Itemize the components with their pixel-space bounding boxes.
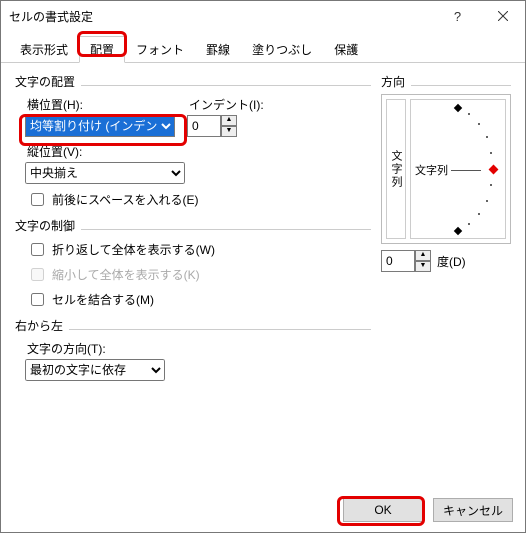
shrink-checkbox xyxy=(31,268,44,281)
orientation-group-title: 方向 xyxy=(381,73,405,90)
orientation-vertical-button[interactable]: 文字列 xyxy=(386,99,406,239)
space-check-label: 前後にスペースを入れる(E) xyxy=(52,191,199,208)
vertical-label: 縦位置(V): xyxy=(27,143,371,160)
tab-fill[interactable]: 塗りつぶし xyxy=(241,36,323,63)
degree-spinner[interactable]: ▲▼ xyxy=(381,250,431,272)
degree-down[interactable]: ▼ xyxy=(415,261,431,272)
tab-display[interactable]: 表示形式 xyxy=(9,36,79,63)
merge-checkbox[interactable] xyxy=(31,293,44,306)
degree-up[interactable]: ▲ xyxy=(415,250,431,261)
vertical-select[interactable]: 中央揃え xyxy=(25,162,185,184)
orientation-vertical-text: 文字列 xyxy=(388,150,404,189)
tab-protection[interactable]: 保護 xyxy=(323,36,369,63)
degree-input[interactable] xyxy=(381,250,415,272)
orientation-preview[interactable]: 文字列 文字列 xyxy=(381,94,511,244)
tab-alignment[interactable]: 配置 xyxy=(79,36,125,63)
indent-down[interactable]: ▼ xyxy=(221,126,237,137)
rtl-group-title: 右から左 xyxy=(15,317,63,334)
orientation-dial[interactable]: 文字列 xyxy=(410,99,506,239)
alignment-group-title: 文字の配置 xyxy=(15,73,75,90)
tab-font[interactable]: フォント xyxy=(125,36,195,63)
ok-button[interactable]: OK xyxy=(343,498,423,522)
window-title: セルの書式設定 xyxy=(9,8,435,25)
titlebar: セルの書式設定 ? xyxy=(1,1,525,31)
indent-input[interactable] xyxy=(187,115,221,137)
merge-check[interactable]: セルを結合する(M) xyxy=(27,290,371,309)
space-checkbox[interactable] xyxy=(31,193,44,206)
text-direction-select[interactable]: 最初の文字に依存 xyxy=(25,359,165,381)
help-button[interactable]: ? xyxy=(435,1,480,31)
indent-up[interactable]: ▲ xyxy=(221,115,237,126)
tab-strip: 表示形式 配置 フォント 罫線 塗りつぶし 保護 xyxy=(1,31,525,63)
degree-label: 度(D) xyxy=(437,253,466,270)
wrap-check[interactable]: 折り返して全体を表示する(W) xyxy=(27,240,371,259)
horizontal-select[interactable]: 均等割り付け (インデント) xyxy=(25,115,175,137)
indent-label: インデント(I): xyxy=(189,96,264,113)
space-check[interactable]: 前後にスペースを入れる(E) xyxy=(27,190,371,209)
dialog-window: セルの書式設定 ? 表示形式 配置 フォント 罫線 塗りつぶし 保護 文字の配置… xyxy=(0,0,526,533)
tab-border[interactable]: 罫線 xyxy=(195,36,241,63)
indent-spinner[interactable]: ▲▼ xyxy=(187,115,237,137)
shrink-check: 縮小して全体を表示する(K) xyxy=(27,265,371,284)
text-direction-label: 文字の方向(T): xyxy=(27,340,371,357)
wrap-checkbox[interactable] xyxy=(31,243,44,256)
cancel-button[interactable]: キャンセル xyxy=(433,498,513,522)
control-group-title: 文字の制御 xyxy=(15,217,75,234)
close-button[interactable] xyxy=(480,1,525,31)
orientation-main-text: 文字列 xyxy=(415,162,448,178)
